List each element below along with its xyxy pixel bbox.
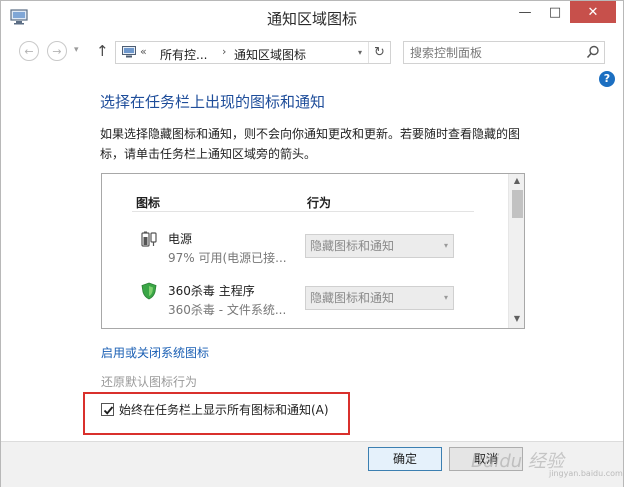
restore-default-behavior-link[interactable]: 还原默认图标行为 — [101, 373, 197, 390]
page-description: 如果选择隐藏图标和通知，则不会向你通知更改和更新。若要随时查看隐藏的图标，请单击… — [100, 127, 521, 161]
breadcrumb-separator-icon[interactable]: › — [222, 45, 226, 58]
minimize-button[interactable]: — — [510, 1, 540, 23]
ok-button[interactable]: 确定 — [368, 447, 442, 471]
power-icon — [141, 231, 157, 247]
recent-locations-dropdown-icon[interactable]: ▾ — [74, 45, 79, 55]
control-panel-window: 通知区域图标 — □ ✕ ← → ▾ ↑ « 所有控... › 通知区域图标 ▾… — [0, 0, 624, 487]
header-divider — [132, 211, 474, 212]
page-heading: 选择在任务栏上出现的图标和通知 — [100, 93, 326, 111]
row-name: 电源 — [168, 232, 193, 246]
breadcrumb-overflow-icon[interactable]: « — [140, 45, 147, 58]
list-scrollbar[interactable]: ▲ ▼ — [508, 174, 524, 328]
behavior-select-value: 隐藏图标和通知 — [310, 291, 395, 305]
column-header-behavior: 行为 — [307, 196, 332, 210]
row-detail: 360杀毒 - 文件系统... — [168, 303, 287, 317]
behavior-select-value: 隐藏图标和通知 — [310, 239, 395, 253]
always-show-all-label[interactable]: 始终在任务栏上显示所有图标和通知(A) — [119, 401, 329, 418]
search-box[interactable] — [403, 41, 605, 64]
scroll-up-icon[interactable]: ▲ — [509, 176, 524, 188]
up-button[interactable]: ↑ — [96, 42, 109, 60]
control-panel-location-icon — [122, 46, 136, 58]
help-icon[interactable]: ? — [599, 71, 615, 87]
refresh-icon[interactable]: ↻ — [368, 42, 390, 63]
navigation-bar: ← → ▾ ↑ « 所有控... › 通知区域图标 ▾ ↻ — [1, 33, 623, 67]
breadcrumb-all-control-panel[interactable]: 所有控... — [160, 46, 207, 63]
search-icon[interactable] — [586, 45, 600, 59]
search-input[interactable] — [410, 44, 580, 61]
antivirus-shield-icon — [141, 282, 157, 300]
chevron-down-icon: ▾ — [443, 241, 448, 250]
turn-system-icons-link[interactable]: 启用或关闭系统图标 — [101, 344, 209, 361]
list-item: 360杀毒 主程序 360杀毒 - 文件系统... 隐藏图标和通知 ▾ — [102, 280, 510, 328]
row-name: 360杀毒 主程序 — [168, 284, 255, 298]
chevron-down-icon: ▾ — [443, 293, 448, 302]
breadcrumb-notification-area-icons[interactable]: 通知区域图标 — [234, 46, 306, 63]
baidu-watermark-url: jingyan.baidu.com — [549, 469, 623, 478]
notification-icons-list[interactable]: 图标 行为 电源 97% 可用(电源已接... 隐藏图标和通知 ▾ 360杀毒 … — [101, 173, 525, 329]
column-header-icons: 图标 — [136, 196, 161, 210]
title-bar[interactable]: 通知区域图标 — □ ✕ — [1, 1, 623, 33]
close-button[interactable]: ✕ — [570, 1, 616, 23]
list-item: 电源 97% 可用(电源已接... 隐藏图标和通知 ▾ — [102, 228, 510, 278]
back-button[interactable]: ← — [19, 41, 39, 61]
maximize-button[interactable]: □ — [540, 1, 570, 23]
row-detail: 97% 可用(电源已接... — [168, 251, 287, 265]
scroll-down-icon[interactable]: ▼ — [509, 314, 524, 326]
address-bar[interactable]: « 所有控... › 通知区域图标 ▾ ↻ — [115, 41, 391, 64]
address-dropdown-icon[interactable]: ▾ — [354, 48, 366, 58]
scroll-thumb[interactable] — [512, 190, 523, 218]
behavior-select[interactable]: 隐藏图标和通知 ▾ — [305, 286, 454, 310]
checkmark-icon — [103, 406, 114, 415]
forward-button[interactable]: → — [47, 41, 67, 61]
behavior-select[interactable]: 隐藏图标和通知 ▾ — [305, 234, 454, 258]
always-show-all-checkbox[interactable] — [101, 403, 114, 416]
